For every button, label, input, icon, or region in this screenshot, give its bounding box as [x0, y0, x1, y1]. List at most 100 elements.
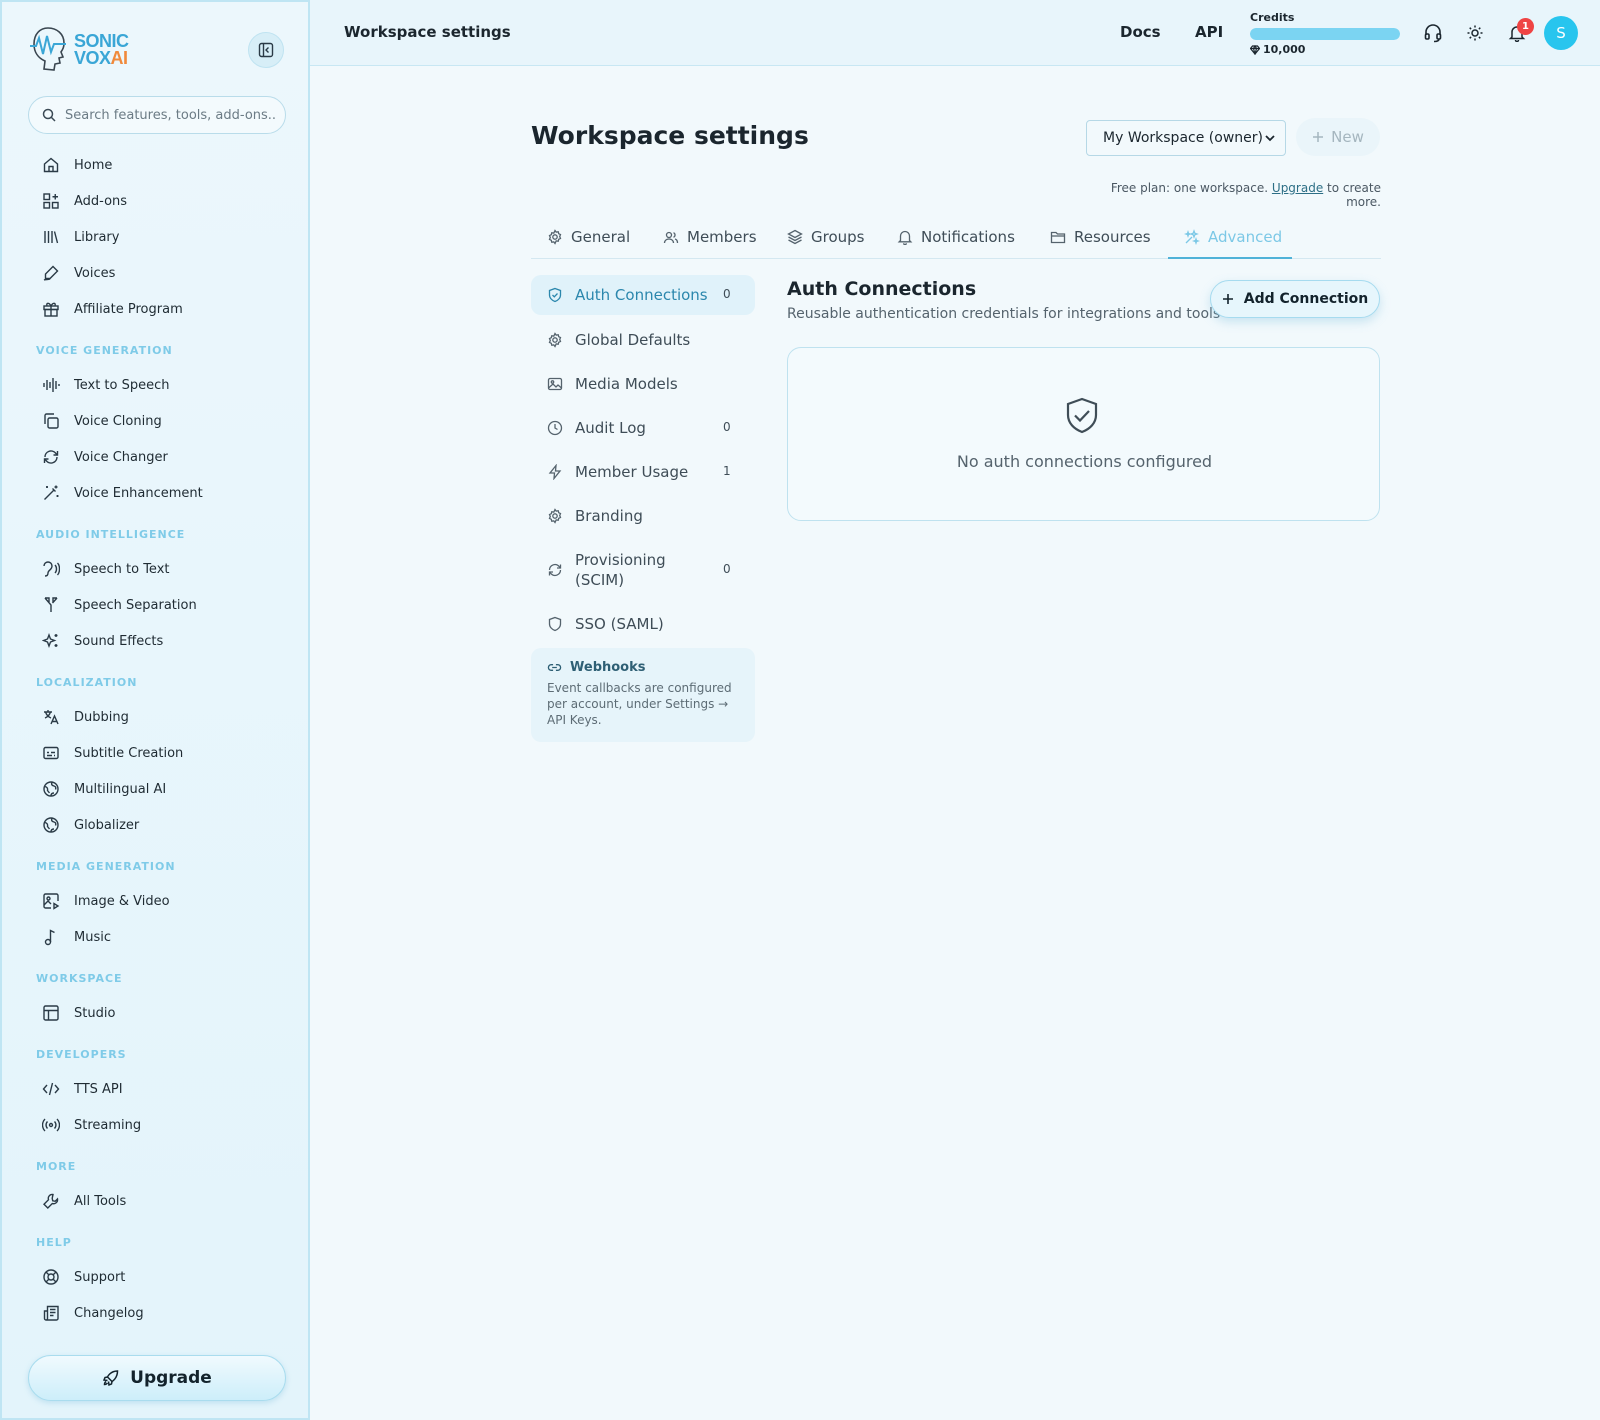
magic-wand-icon [42, 484, 60, 502]
wrench-icon [42, 1192, 60, 1210]
gem-icon [1250, 44, 1260, 55]
search-input[interactable] [65, 107, 275, 123]
captions-icon [42, 744, 60, 762]
upgrade-button[interactable]: Upgrade [28, 1355, 286, 1401]
docs-link[interactable]: Docs [1120, 23, 1161, 41]
subnav-audit-log[interactable]: Audit Log 0 [531, 416, 755, 440]
sidebar-item-label: Changelog [74, 1305, 144, 1321]
credits-bar-fill [1250, 28, 1400, 40]
bell-icon [897, 229, 913, 245]
tab-members[interactable]: Members [663, 228, 757, 246]
new-workspace-button[interactable]: New [1296, 118, 1380, 156]
webhooks-text: Event callbacks are configured per accou… [547, 681, 732, 727]
sidebar-item-all-tools[interactable]: All Tools [32, 1186, 282, 1216]
webhooks-title: Webhooks [570, 660, 646, 675]
sidebar-item-image-video[interactable]: Image & Video [32, 886, 282, 916]
sidebar-item-label: Speech to Text [74, 561, 170, 577]
sidebar-item-multilingual-ai[interactable]: Multilingual AI [32, 774, 282, 804]
user-avatar[interactable]: S [1544, 16, 1578, 50]
sidebar-item-changelog[interactable]: Changelog [32, 1298, 282, 1328]
sidebar-item-library[interactable]: Library [32, 222, 282, 252]
ear-icon [42, 560, 60, 578]
sidebar-item-tts-api[interactable]: TTS API [32, 1074, 282, 1104]
layers-icon [787, 229, 803, 245]
tab-notifications[interactable]: Notifications [897, 228, 1015, 246]
upgrade-link[interactable]: Upgrade [1272, 181, 1323, 195]
sidebar-item-speech-to-text[interactable]: Speech to Text [32, 554, 282, 584]
tab-resources[interactable]: Resources [1050, 228, 1151, 246]
tab-label: Members [687, 228, 757, 246]
topbar-title: Workspace settings [344, 23, 511, 41]
sidebar-item-label: TTS API [74, 1081, 123, 1097]
sun-icon [1466, 24, 1484, 42]
broadcast-icon [42, 1116, 60, 1134]
voice-pen-icon [42, 264, 60, 282]
subnav-branding[interactable]: Branding [531, 504, 755, 528]
sidebar-item-label: Support [74, 1269, 126, 1285]
api-link[interactable]: API [1195, 23, 1223, 41]
sidebar-item-sound-effects[interactable]: Sound Effects [32, 626, 282, 656]
refresh-icon [547, 562, 563, 578]
empty-state-card: No auth connections configured [787, 347, 1380, 521]
sidebar-item-subtitle-creation[interactable]: Subtitle Creation [32, 738, 282, 768]
search-field[interactable] [28, 96, 286, 134]
subnav-media-models[interactable]: Media Models [531, 372, 755, 396]
subnav-global-defaults[interactable]: Global Defaults [531, 328, 755, 352]
sidebar-item-support[interactable]: Support [32, 1262, 282, 1292]
support-headset-button[interactable] [1421, 21, 1445, 45]
upgrade-label: Upgrade [130, 1368, 212, 1388]
theme-toggle-button[interactable] [1463, 21, 1487, 45]
tab-groups[interactable]: Groups [787, 228, 864, 246]
sidebar-item-add-ons[interactable]: Add-ons [32, 186, 282, 216]
workspace-select[interactable]: My Workspace (owner) [1086, 120, 1286, 156]
tab-general[interactable]: General [547, 228, 630, 246]
sidebar-item-label: Subtitle Creation [74, 745, 184, 761]
tab-label: Groups [811, 228, 865, 246]
brand-logo[interactable]: SONIC VOXAI [26, 24, 129, 76]
sidebar-item-streaming[interactable]: Streaming [32, 1110, 282, 1140]
newspaper-icon [42, 1304, 60, 1322]
sidebar-item-music[interactable]: Music [32, 922, 282, 952]
subnav-label: Media Models [575, 375, 678, 393]
shield-check-icon [1062, 396, 1102, 436]
sidebar-item-text-to-speech[interactable]: Text to Speech [32, 370, 282, 400]
subnav-auth-connections[interactable]: Auth Connections 0 [531, 275, 755, 315]
sidebar-item-globalizer[interactable]: Globalizer [32, 810, 282, 840]
subnav-member-usage[interactable]: Member Usage 1 [531, 460, 755, 484]
copy-icon [42, 412, 60, 430]
sidebar-item-home[interactable]: Home [32, 150, 282, 180]
sidebar-item-label: Sound Effects [74, 633, 164, 649]
collapse-sidebar-button[interactable] [248, 32, 284, 68]
section-help: HELP [36, 1236, 72, 1249]
grid-plus-icon [42, 192, 60, 210]
sidebar-item-speech-separation[interactable]: Speech Separation [32, 590, 282, 620]
add-connection-label: Add Connection [1243, 291, 1369, 307]
subnav-provisioning-scim[interactable]: Provisioning (SCIM) 0 [531, 548, 755, 592]
tab-label: Advanced [1208, 228, 1283, 246]
sidebar-item-voice-changer[interactable]: Voice Changer [32, 442, 282, 472]
tab-label: General [571, 228, 631, 246]
tab-label: Resources [1074, 228, 1151, 246]
sidebar-item-label: Add-ons [74, 193, 128, 209]
tab-advanced[interactable]: Advanced [1184, 228, 1282, 246]
gear-icon [547, 508, 563, 524]
sidebar-item-label: Dubbing [74, 709, 129, 725]
subnav-label: Branding [575, 507, 643, 525]
add-connection-button[interactable]: Add Connection [1210, 280, 1380, 318]
sidebar-item-label: Image & Video [74, 893, 170, 909]
sidebar-item-voice-cloning[interactable]: Voice Cloning [32, 406, 282, 436]
subnav-sso-saml[interactable]: SSO (SAML) [531, 612, 755, 636]
sidebar-item-voices[interactable]: Voices [32, 258, 282, 288]
credits-value-row: 10,000 [1250, 43, 1400, 56]
credits-meter[interactable]: Credits 10,000 [1250, 11, 1400, 56]
subnav-label: Member Usage [575, 463, 689, 481]
sidebar-item-label: Streaming [74, 1117, 142, 1133]
gear-icon [547, 229, 563, 245]
globe-icon [42, 816, 60, 834]
sidebar-item-dubbing[interactable]: Dubbing [32, 702, 282, 732]
sidebar-item-studio[interactable]: Studio [32, 998, 282, 1028]
sidebar-item-affiliate-program[interactable]: Affiliate Program [32, 294, 282, 324]
life-buoy-icon [42, 1268, 60, 1286]
sidebar-item-voice-enhancement[interactable]: Voice Enhancement [32, 478, 282, 508]
sidebar-item-label: Voice Enhancement [74, 485, 203, 501]
